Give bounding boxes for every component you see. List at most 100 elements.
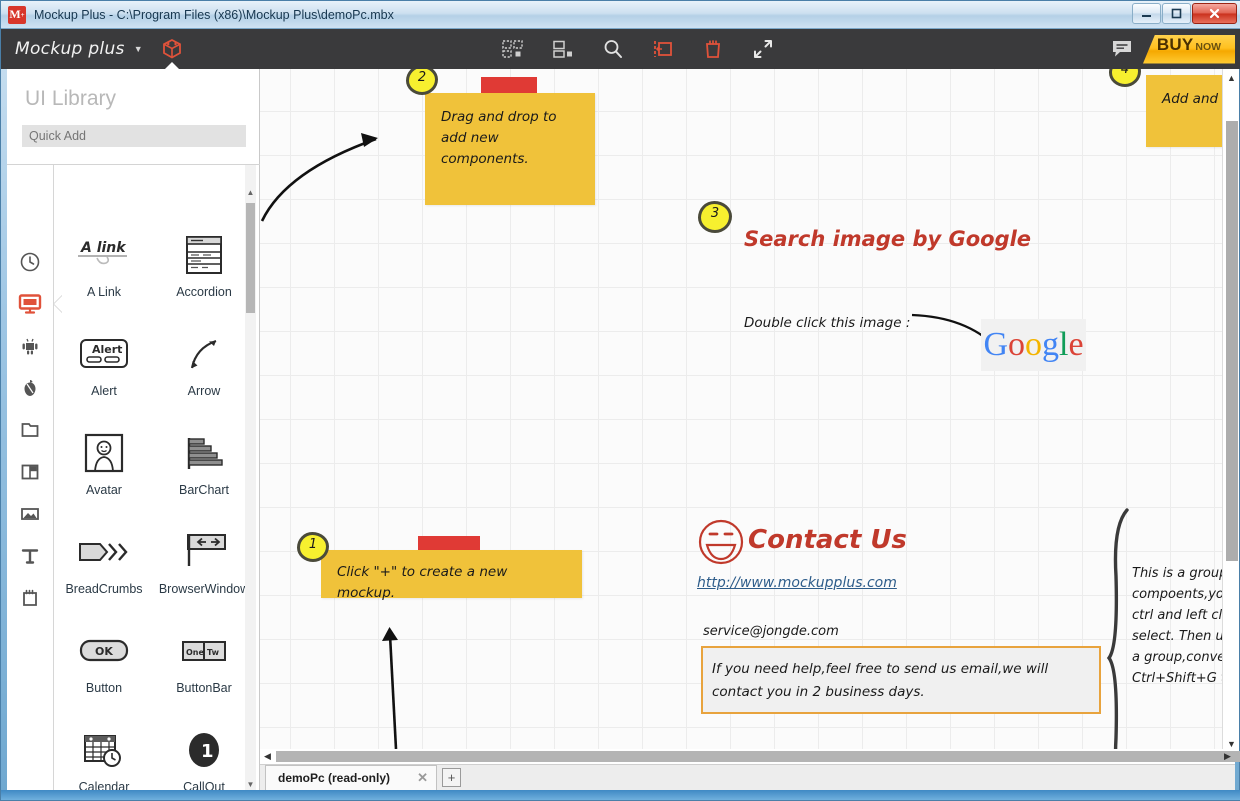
component-item[interactable]: OK Button	[54, 623, 154, 722]
rail-android-icon[interactable]	[17, 333, 43, 359]
svg-text:OK: OK	[95, 645, 113, 658]
component-item[interactable]: Calendar	[54, 722, 154, 796]
rail-folder-icon[interactable]	[17, 417, 43, 443]
svg-text:One: One	[186, 648, 204, 657]
group-note-line: a group,conver	[1132, 650, 1231, 665]
rail-apple-icon[interactable]	[17, 375, 43, 401]
scroll-up-icon[interactable]: ▲	[1223, 69, 1240, 86]
buy-now-button[interactable]: BUY NOW	[1143, 34, 1235, 64]
google-section-heading: Search image by Google	[744, 227, 1032, 251]
close-button[interactable]	[1192, 3, 1237, 24]
buttonbar-icon: One Tw	[180, 623, 228, 679]
component-label: A Link	[86, 285, 122, 299]
component-label: Arrow	[187, 384, 221, 398]
group-note-line: ctrl and left cli	[1132, 608, 1226, 623]
group-note-text: This is a group compoents,you ctrl and l…	[1132, 563, 1232, 689]
component-label: Button	[85, 681, 123, 695]
main-toolbar: Mockup plus ▼ BUY NOW	[1, 29, 1240, 69]
component-item[interactable]: Avatar	[54, 425, 154, 524]
component-item[interactable]: BreadCrumbs	[54, 524, 154, 623]
search-icon[interactable]	[601, 37, 625, 61]
component-label: BrowserWindow	[158, 582, 250, 596]
brand-menu[interactable]: Mockup plus	[15, 39, 125, 59]
ui-library-title: UI Library	[25, 87, 117, 110]
window-controls	[1132, 3, 1237, 24]
close-icon[interactable]: ✕	[401, 770, 428, 786]
group-note-line: select. Then us	[1132, 629, 1231, 644]
alert-icon: Alert	[78, 326, 130, 382]
rail-clipboard-icon[interactable]	[17, 585, 43, 611]
rail-image-icon[interactable]	[17, 501, 43, 527]
google-letter: e	[1068, 326, 1084, 363]
title-bar: M + Mockup Plus - C:\Program Files (x86)\…	[1, 1, 1240, 29]
component-item[interactable]: Accordion	[154, 227, 254, 326]
canvas-vertical-scrollbar[interactable]: ▲ ▼	[1222, 69, 1239, 752]
align-components-icon[interactable]	[551, 37, 575, 61]
arrow-to-note1	[382, 627, 398, 750]
component-item[interactable]: BrowserWindow	[154, 524, 254, 623]
status-bar	[1, 790, 1240, 800]
google-letter: g	[1042, 326, 1059, 363]
scroll-down-icon[interactable]: ▼	[245, 779, 256, 790]
component-label: Accordion	[176, 285, 232, 299]
badge-number: 4	[1120, 69, 1130, 77]
add-tab-button[interactable]: +	[442, 768, 461, 787]
group-components-icon[interactable]	[501, 37, 525, 61]
rail-layout-icon[interactable]	[17, 459, 43, 485]
scroll-left-icon[interactable]: ◀	[260, 749, 275, 764]
scrollbar-thumb[interactable]	[246, 203, 255, 313]
component-item[interactable]: One Tw ButtonBar	[154, 623, 254, 722]
maximize-button[interactable]	[1162, 3, 1191, 24]
rail-desktop-icon[interactable]	[17, 291, 43, 317]
library-scrollbar[interactable]: ▲ ▼	[245, 165, 256, 796]
app-logo-sup: +	[20, 10, 25, 19]
component-item[interactable]: A link A Link	[54, 227, 154, 326]
barchart-icon	[182, 425, 226, 481]
toolbar-actions	[501, 29, 775, 69]
fullscreen-icon[interactable]	[751, 37, 775, 61]
google-letter: l	[1059, 326, 1069, 363]
minimize-button[interactable]	[1132, 3, 1161, 24]
google-letter: o	[1025, 326, 1042, 363]
app-logo-icon: M +	[8, 5, 26, 24]
component-item[interactable]: BarChart	[154, 425, 254, 524]
callout-icon: 1	[184, 722, 224, 778]
rail-recent-icon[interactable]	[17, 249, 43, 275]
quick-add-input[interactable]	[22, 125, 246, 147]
group-note-line: Ctrl+Shift+G t	[1132, 671, 1226, 686]
contact-heading: Contact Us	[748, 525, 907, 555]
badge-number: 3	[710, 206, 720, 221]
contact-message-text: If you need help,feel free to send us em…	[712, 661, 1049, 700]
delete-icon[interactable]	[701, 37, 725, 61]
mockup-canvas[interactable]: Drag and drop to add new components. 2 A…	[260, 69, 1235, 752]
google-instruction: Double click this image :	[744, 315, 911, 331]
component-item[interactable]: 1 CallOut	[154, 722, 254, 796]
chevron-down-icon[interactable]: ▼	[134, 44, 143, 54]
google-logo-image[interactable]: Google	[981, 319, 1086, 371]
chat-icon[interactable]	[1109, 36, 1135, 62]
note-1[interactable]: Click "+" to create a new mockup.	[321, 550, 582, 601]
note-1-badge: 1	[297, 532, 329, 562]
component-item[interactable]: Arrow	[154, 326, 254, 425]
google-letter: o	[1008, 326, 1025, 363]
smiley-face-icon	[698, 519, 744, 565]
note-3-badge: 3	[698, 201, 732, 233]
scrollbar-thumb-horizontal[interactable]	[276, 751, 1240, 762]
svg-text:Tw: Tw	[207, 648, 220, 657]
website-link[interactable]: http://www.mockupplus.com	[697, 575, 897, 591]
scroll-up-icon[interactable]: ▲	[245, 187, 256, 198]
document-tab[interactable]: demoPc (read-only) ✕	[265, 765, 437, 790]
contact-message-box[interactable]: If you need help,feel free to send us em…	[701, 646, 1101, 714]
scroll-right-icon[interactable]: ▶	[1220, 749, 1235, 764]
buy-label: BUY	[1156, 34, 1194, 54]
component-grid: A link A Link Accordion Alert Alert Arro…	[54, 165, 254, 796]
button-icon: OK	[78, 623, 130, 679]
scrollbar-thumb-vertical[interactable]	[1226, 121, 1238, 561]
cube-icon[interactable]	[159, 36, 185, 62]
component-item[interactable]: Alert Alert	[54, 326, 154, 425]
rail-text-icon[interactable]	[17, 543, 43, 569]
order-front-icon[interactable]	[651, 37, 675, 61]
canvas-horizontal-scrollbar[interactable]: ◀ ▶	[260, 749, 1240, 764]
note-2[interactable]: Drag and drop to add new components.	[425, 93, 595, 205]
component-label: Alert	[91, 384, 117, 398]
